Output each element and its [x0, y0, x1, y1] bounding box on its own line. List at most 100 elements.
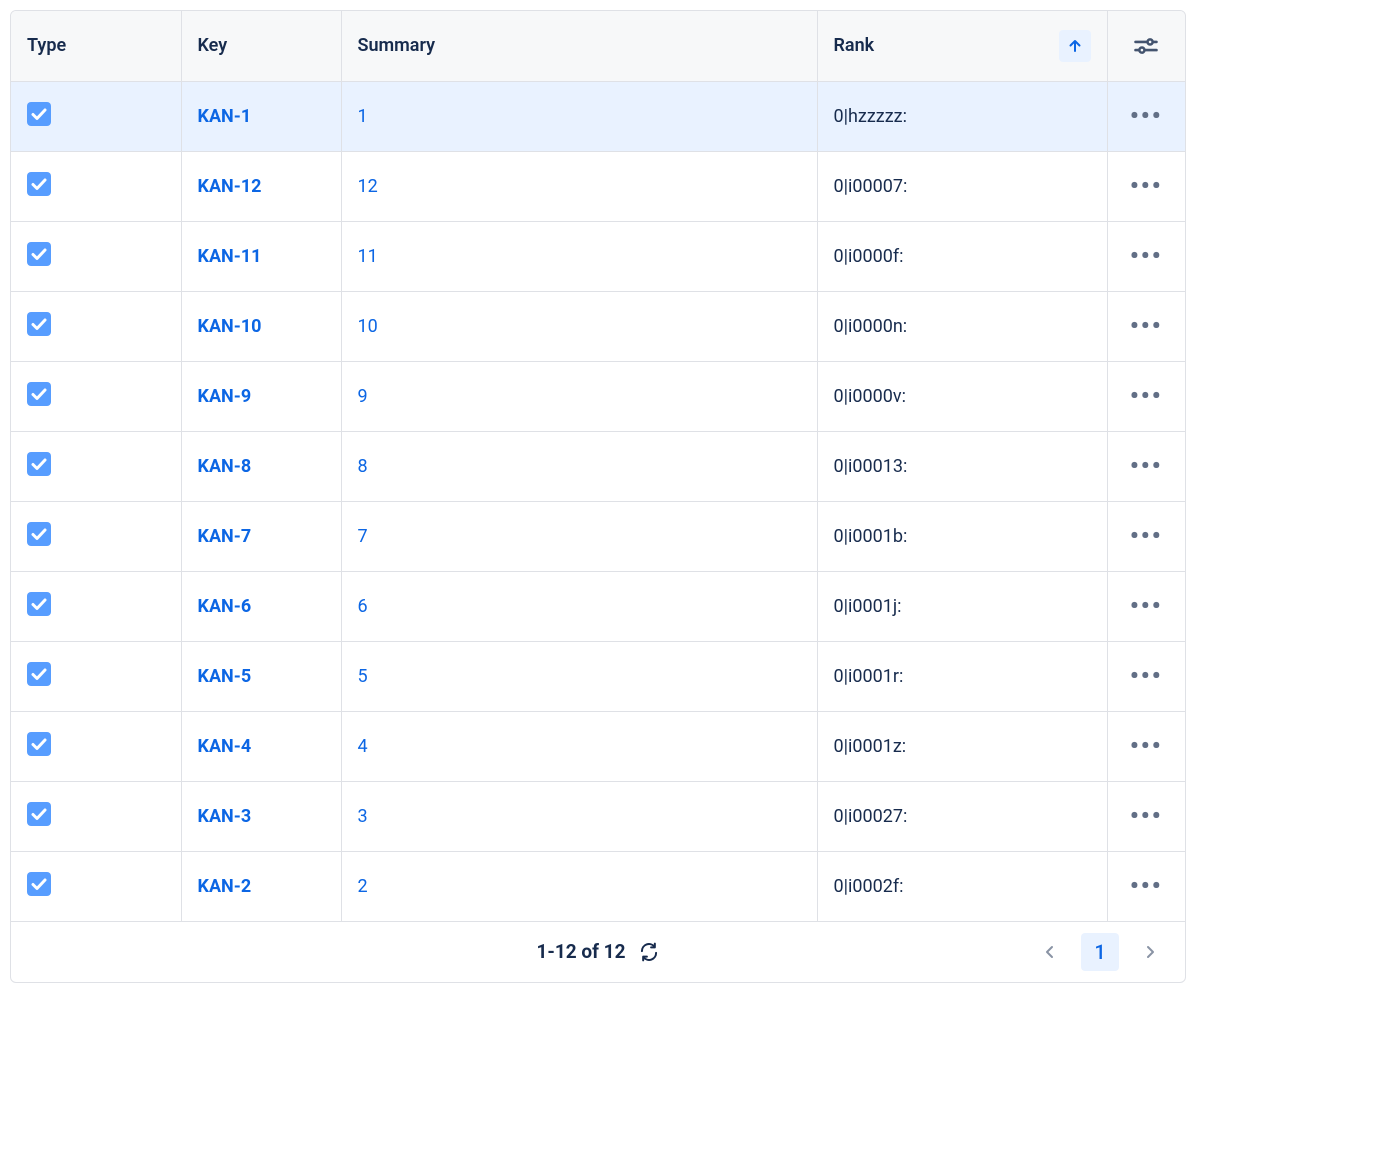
table-row[interactable]: KAN-2 2 0|i0002f: ••• [11, 851, 1185, 921]
rank-value: 0|i00013: [834, 456, 908, 477]
cell-actions: ••• [1107, 151, 1185, 221]
rank-value: 0|i0001b: [834, 526, 908, 547]
refresh-icon[interactable] [639, 942, 659, 962]
cell-actions: ••• [1107, 711, 1185, 781]
issue-summary-link[interactable]: 9 [358, 386, 368, 407]
pager: 1 [1031, 933, 1169, 971]
column-settings-icon[interactable] [1108, 11, 1186, 81]
more-actions-icon[interactable]: ••• [1130, 82, 1163, 151]
issue-summary-link[interactable]: 5 [358, 666, 368, 687]
cell-actions: ••• [1107, 851, 1185, 921]
column-header-summary[interactable]: Summary [341, 11, 817, 81]
issue-summary-link[interactable]: 1 [358, 106, 368, 127]
issue-summary-link[interactable]: 8 [358, 456, 368, 477]
table-row[interactable]: KAN-6 6 0|i0001j: ••• [11, 571, 1185, 641]
issue-key-link[interactable]: KAN-7 [198, 526, 252, 547]
issue-key-link[interactable]: KAN-1 [198, 106, 252, 127]
table-row[interactable]: KAN-12 12 0|i00007: ••• [11, 151, 1185, 221]
task-type-icon [27, 732, 51, 756]
issue-key-link[interactable]: KAN-5 [198, 666, 252, 687]
issues-table: Type Key Summary Rank [11, 11, 1185, 922]
cell-actions: ••• [1107, 641, 1185, 711]
issue-summary-link[interactable]: 2 [358, 876, 368, 897]
cell-key: KAN-3 [181, 781, 341, 851]
cell-rank: 0|i00013: [817, 431, 1107, 501]
issue-summary-link[interactable]: 4 [358, 736, 368, 757]
rank-value: 0|i0001r: [834, 666, 904, 687]
column-label: Summary [358, 35, 436, 56]
cell-rank: 0|i0000n: [817, 291, 1107, 361]
more-actions-icon[interactable]: ••• [1130, 362, 1163, 431]
table-row[interactable]: KAN-4 4 0|i0001z: ••• [11, 711, 1185, 781]
table-row[interactable]: KAN-1 1 0|hzzzzz: ••• [11, 81, 1185, 151]
cell-type [11, 291, 181, 361]
more-actions-icon[interactable]: ••• [1130, 782, 1163, 851]
issue-key-link[interactable]: KAN-2 [198, 876, 252, 897]
rank-value: 0|i00027: [834, 806, 908, 827]
column-label: Type [27, 35, 66, 56]
issue-summary-link[interactable]: 10 [358, 316, 378, 337]
issue-summary-link[interactable]: 12 [358, 176, 378, 197]
rank-value: 0|i0002f: [834, 876, 904, 897]
table-row[interactable]: KAN-10 10 0|i0000n: ••• [11, 291, 1185, 361]
table-row[interactable]: KAN-11 11 0|i0000f: ••• [11, 221, 1185, 291]
issue-key-link[interactable]: KAN-6 [198, 596, 252, 617]
task-type-icon [27, 592, 51, 616]
issue-summary-link[interactable]: 3 [358, 806, 368, 827]
task-type-icon [27, 102, 51, 126]
table-row[interactable]: KAN-7 7 0|i0001b: ••• [11, 501, 1185, 571]
more-actions-icon[interactable]: ••• [1130, 152, 1163, 221]
more-actions-icon[interactable]: ••• [1130, 572, 1163, 641]
column-header-rank[interactable]: Rank [817, 11, 1107, 81]
cell-type [11, 81, 181, 151]
column-label: Key [198, 35, 228, 56]
issue-key-link[interactable]: KAN-9 [198, 386, 252, 407]
issue-key-link[interactable]: KAN-12 [198, 176, 262, 197]
cell-key: KAN-1 [181, 81, 341, 151]
cell-type [11, 151, 181, 221]
issue-summary-link[interactable]: 7 [358, 526, 368, 547]
cell-summary: 7 [341, 501, 817, 571]
task-type-icon [27, 242, 51, 266]
issue-key-link[interactable]: KAN-4 [198, 736, 252, 757]
more-actions-icon[interactable]: ••• [1130, 712, 1163, 781]
cell-summary: 5 [341, 641, 817, 711]
cell-type [11, 711, 181, 781]
issue-summary-link[interactable]: 11 [358, 246, 378, 267]
issue-key-link[interactable]: KAN-11 [198, 246, 262, 267]
sort-ascending-icon[interactable] [1059, 30, 1091, 62]
cell-summary: 4 [341, 711, 817, 781]
more-actions-icon[interactable]: ••• [1130, 222, 1163, 291]
pager-prev-button[interactable] [1031, 933, 1069, 971]
issues-table-container: Type Key Summary Rank [10, 10, 1186, 983]
task-type-icon [27, 522, 51, 546]
table-row[interactable]: KAN-8 8 0|i00013: ••• [11, 431, 1185, 501]
cell-summary: 3 [341, 781, 817, 851]
cell-summary: 8 [341, 431, 817, 501]
column-header-actions[interactable] [1107, 11, 1185, 81]
more-actions-icon[interactable]: ••• [1130, 292, 1163, 361]
cell-type [11, 851, 181, 921]
issue-key-link[interactable]: KAN-10 [198, 316, 262, 337]
pagination-summary: 1-12 of 12 [537, 940, 660, 963]
pager-next-button[interactable] [1131, 933, 1169, 971]
more-actions-icon[interactable]: ••• [1130, 852, 1163, 921]
cell-type [11, 361, 181, 431]
pager-page-1[interactable]: 1 [1081, 933, 1119, 971]
table-row[interactable]: KAN-3 3 0|i00027: ••• [11, 781, 1185, 851]
more-actions-icon[interactable]: ••• [1130, 502, 1163, 571]
more-actions-icon[interactable]: ••• [1130, 642, 1163, 711]
cell-key: KAN-5 [181, 641, 341, 711]
issue-summary-link[interactable]: 6 [358, 596, 368, 617]
cell-key: KAN-2 [181, 851, 341, 921]
issue-key-link[interactable]: KAN-3 [198, 806, 252, 827]
issue-key-link[interactable]: KAN-8 [198, 456, 252, 477]
task-type-icon [27, 802, 51, 826]
column-header-type[interactable]: Type [11, 11, 181, 81]
task-type-icon [27, 662, 51, 686]
cell-type [11, 221, 181, 291]
more-actions-icon[interactable]: ••• [1130, 432, 1163, 501]
table-row[interactable]: KAN-9 9 0|i0000v: ••• [11, 361, 1185, 431]
table-row[interactable]: KAN-5 5 0|i0001r: ••• [11, 641, 1185, 711]
column-header-key[interactable]: Key [181, 11, 341, 81]
